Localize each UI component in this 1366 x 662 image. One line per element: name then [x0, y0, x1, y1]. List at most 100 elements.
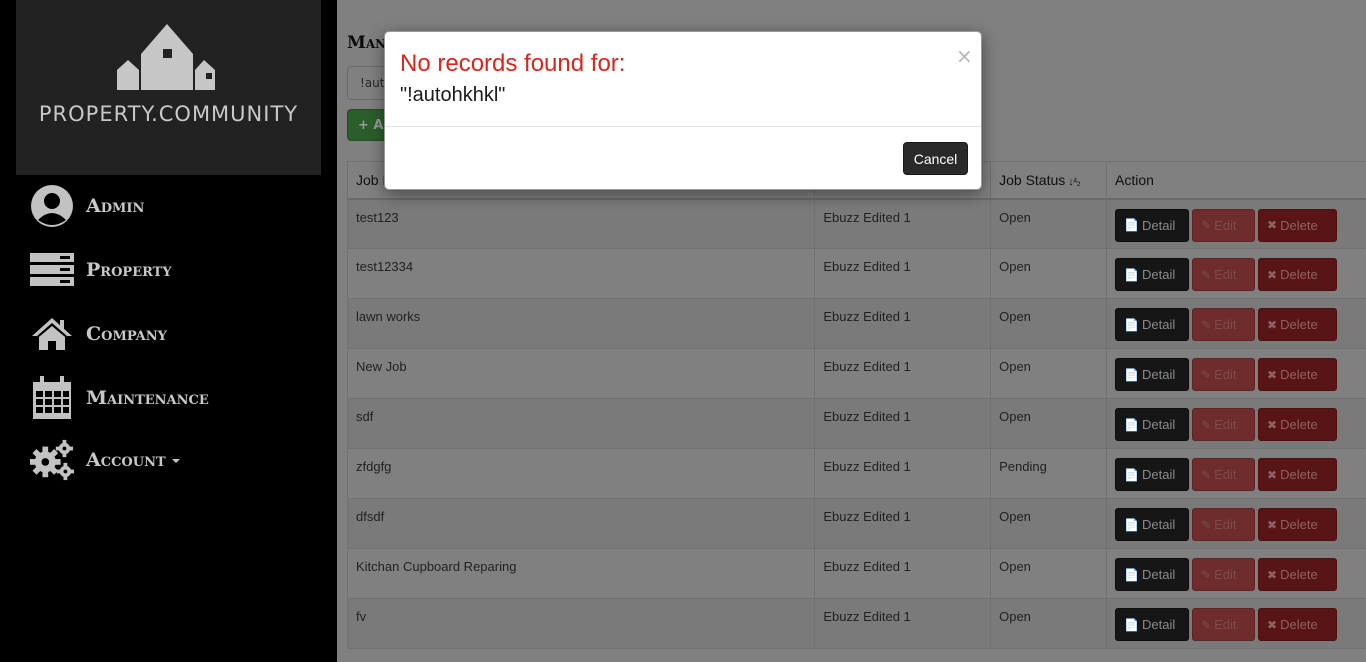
edit-icon: ✎	[1201, 517, 1212, 532]
delete-label: Delete	[1280, 317, 1318, 332]
edit-button[interactable]: ✎ Edit	[1192, 408, 1256, 441]
edit-button[interactable]: ✎ Edit	[1192, 358, 1256, 391]
detail-button[interactable]: 📄 Detail	[1115, 258, 1190, 291]
edit-icon: ✎	[1201, 417, 1212, 432]
cell-job-description: sdf	[346, 398, 816, 449]
delete-label: Delete	[1280, 217, 1318, 233]
edit-button[interactable]: ✎ Edit	[1192, 558, 1256, 591]
column-header-job-status[interactable]: Job Status ↓⁴₂	[990, 161, 1108, 200]
edit-button[interactable]: ✎ Edit	[1192, 208, 1256, 242]
detail-button[interactable]: 📄 Detail	[1115, 358, 1190, 391]
delete-label: Delete	[1280, 517, 1318, 532]
cell-company: Ebuzz Edited 1	[814, 598, 992, 649]
jobs-table: Job D Job Status ↓⁴₂ Action test123 Ebuzz …	[346, 161, 1366, 649]
edit-label: Edit	[1214, 517, 1237, 532]
cell-job-description: dfsdf	[346, 498, 816, 549]
delete-button[interactable]: ✖ Delete	[1258, 258, 1338, 291]
edit-button[interactable]: ✎ Edit	[1192, 508, 1256, 541]
close-icon[interactable]: ×	[956, 46, 973, 66]
edit-button[interactable]: ✎ Edit	[1192, 458, 1256, 491]
file-icon: 📄	[1124, 367, 1139, 382]
cell-job-description: zfdgfg	[346, 448, 816, 499]
table-row: sdf Ebuzz Edited 1 Open 📄 Detail ✎ Edit ✖ Delete	[346, 398, 1366, 449]
no-records-modal: No records found for: "!autohkhkl" × Can…	[384, 31, 982, 190]
delete-button[interactable]: ✖ Delete	[1258, 608, 1338, 641]
delete-button[interactable]: ✖ Delete	[1258, 508, 1338, 541]
sidebar-item-label: Account	[86, 449, 180, 471]
brand-logo[interactable]: PROPERTY.COMMUNITY	[16, 0, 321, 175]
detail-button[interactable]: 📄 Detail	[1115, 608, 1190, 641]
table-row: test123 Ebuzz Edited 1 Open 📄 Detail ✎ Edit ✖ De…	[346, 198, 1366, 249]
cell-job-description: test123	[346, 198, 816, 249]
edit-icon: ✎	[1201, 567, 1212, 582]
delete-label: Delete	[1280, 567, 1318, 582]
edit-button[interactable]: ✎ Edit	[1192, 608, 1256, 641]
edit-button[interactable]: ✎ Edit	[1192, 308, 1256, 341]
cell-company: Ebuzz Edited 1	[814, 348, 992, 399]
edit-label: Edit	[1214, 567, 1237, 582]
edit-label: Edit	[1214, 317, 1237, 332]
sidebar-item-company[interactable]: Company	[30, 310, 167, 358]
edit-button[interactable]: ✎ Edit	[1192, 258, 1256, 291]
delete-button[interactable]: ✖ Delete	[1258, 458, 1338, 491]
delete-button[interactable]: ✖ Delete	[1258, 308, 1338, 341]
cell-action: 📄 Detail ✎ Edit ✖ Delete	[1106, 398, 1366, 449]
edit-label: Edit	[1214, 217, 1237, 233]
page-title: Man	[347, 33, 387, 53]
cell-job-status: Open	[990, 348, 1108, 399]
cell-action: 📄 Detail ✎ Edit ✖ Delete	[1106, 198, 1366, 249]
cell-job-status: Open	[990, 598, 1108, 649]
sidebar-item-account[interactable]: Account	[30, 436, 180, 484]
edit-icon: ✎	[1201, 617, 1212, 632]
cell-job-description: fv	[346, 598, 816, 649]
delete-label: Delete	[1280, 417, 1318, 432]
brand-name: PROPERTY.COMMUNITY	[38, 102, 299, 126]
file-icon: 📄	[1124, 417, 1139, 432]
cell-company: Ebuzz Edited 1	[814, 498, 992, 549]
close-x-icon: ✖	[1267, 617, 1278, 632]
sort-icon[interactable]: ↓⁴₂	[1068, 176, 1080, 188]
detail-button[interactable]: 📄 Detail	[1115, 408, 1190, 441]
detail-label: Detail	[1141, 417, 1176, 432]
cell-action: 📄 Detail ✎ Edit ✖ Delete	[1106, 498, 1366, 549]
modal-title: No records found for:	[400, 50, 626, 77]
edit-label: Edit	[1214, 467, 1237, 482]
file-icon: 📄	[1124, 617, 1139, 632]
detail-button[interactable]: 📄 Detail	[1115, 558, 1190, 591]
cell-job-status: Open	[990, 248, 1108, 299]
cell-action: 📄 Detail ✎ Edit ✖ Delete	[1106, 248, 1366, 299]
table-row: lawn works Ebuzz Edited 1 Open 📄 Detail ✎ Edit…	[346, 298, 1366, 349]
cell-action: 📄 Detail ✎ Edit ✖ Delete	[1106, 598, 1366, 649]
detail-label: Detail	[1141, 367, 1176, 382]
sidebar-item-property[interactable]: Property	[30, 246, 172, 294]
modal-query-text: "!autohkhkl"	[400, 84, 506, 106]
delete-label: Delete	[1280, 367, 1318, 382]
detail-label: Detail	[1141, 217, 1176, 233]
detail-button[interactable]: 📄 Detail	[1115, 458, 1190, 491]
cell-company: Ebuzz Edited 1	[814, 448, 992, 499]
delete-button[interactable]: ✖ Delete	[1258, 558, 1338, 591]
calendar-icon	[30, 376, 74, 420]
detail-button[interactable]: 📄 Detail	[1115, 308, 1190, 341]
cell-job-description: lawn works	[346, 298, 816, 349]
edit-label: Edit	[1214, 367, 1237, 382]
cell-company: Ebuzz Edited 1	[814, 198, 992, 249]
detail-button[interactable]: 📄 Detail	[1115, 508, 1190, 541]
close-x-icon: ✖	[1267, 367, 1278, 382]
caret-down-icon	[171, 459, 180, 463]
close-x-icon: ✖	[1267, 317, 1278, 332]
file-icon: 📄	[1124, 517, 1139, 532]
delete-button[interactable]: ✖ Delete	[1258, 408, 1338, 441]
file-icon: 📄	[1124, 467, 1139, 482]
delete-button[interactable]: ✖ Delete	[1258, 208, 1338, 242]
sidebar-item-maintenance[interactable]: Maintenance	[30, 374, 209, 422]
sidebar-item-admin[interactable]: Admin	[30, 182, 144, 230]
cell-company: Ebuzz Edited 1	[814, 298, 992, 349]
delete-button[interactable]: ✖ Delete	[1258, 358, 1338, 391]
cancel-button[interactable]: Cancel	[903, 142, 968, 175]
detail-label: Detail	[1141, 517, 1176, 532]
delete-label: Delete	[1280, 267, 1318, 282]
detail-button[interactable]: 📄 Detail	[1115, 208, 1190, 242]
cell-job-status: Pending	[990, 448, 1108, 499]
close-x-icon: ✖	[1267, 517, 1278, 532]
